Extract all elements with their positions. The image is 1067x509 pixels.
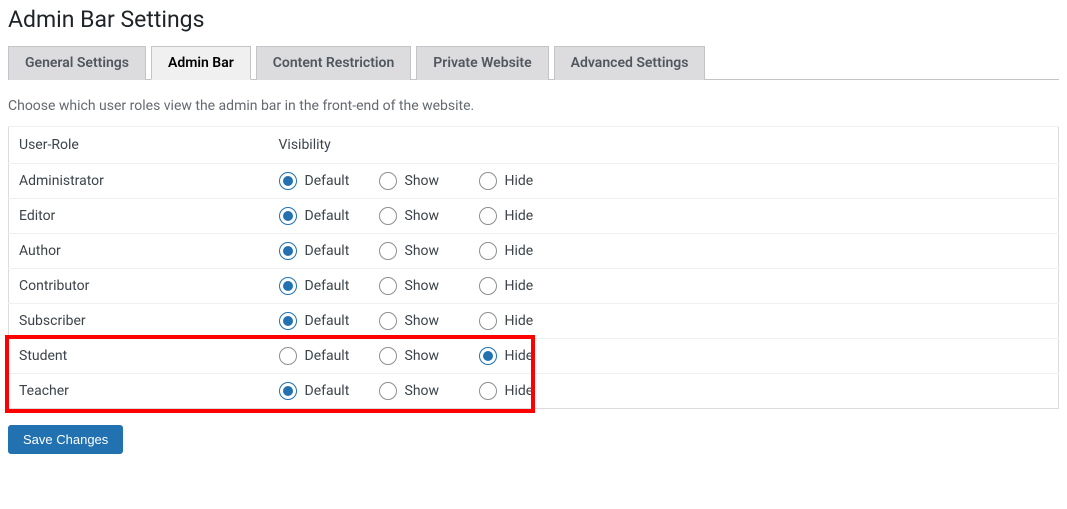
radio-default[interactable]: Default [279, 172, 379, 190]
radio-label-hide: Hide [505, 278, 534, 294]
table-row: Editor Default Show Hide [9, 199, 1059, 234]
table-row: Contributor Default Show Hide [9, 269, 1059, 304]
radio-input-hide[interactable] [479, 382, 497, 400]
radio-hide[interactable]: Hide [479, 172, 579, 190]
tab-content-restriction[interactable]: Content Restriction [256, 46, 412, 80]
radio-label-default: Default [305, 348, 350, 364]
radio-input-default[interactable] [279, 382, 297, 400]
radio-input-default[interactable] [279, 347, 297, 365]
radio-default[interactable]: Default [279, 347, 379, 365]
tab-general-settings[interactable]: General Settings [8, 46, 146, 80]
table-row: Student Default Show Hide [9, 339, 1059, 374]
radio-input-hide[interactable] [479, 207, 497, 225]
radio-label-default: Default [305, 243, 350, 259]
radio-label-hide: Hide [505, 383, 534, 399]
visibility-options: Default Show Hide [269, 199, 1059, 234]
radio-input-hide[interactable] [479, 277, 497, 295]
radio-label-default: Default [305, 383, 350, 399]
role-label: Student [9, 339, 269, 374]
radio-input-show[interactable] [379, 277, 397, 295]
nav-tabs: General SettingsAdmin BarContent Restric… [8, 45, 1059, 80]
role-label: Contributor [9, 269, 269, 304]
radio-input-default[interactable] [279, 277, 297, 295]
visibility-options: Default Show Hide [269, 304, 1059, 339]
radio-label-default: Default [305, 173, 350, 189]
table-row: Teacher Default Show Hide [9, 374, 1059, 409]
radio-input-show[interactable] [379, 172, 397, 190]
radio-label-show: Show [405, 278, 440, 294]
radio-default[interactable]: Default [279, 277, 379, 295]
radio-default[interactable]: Default [279, 312, 379, 330]
visibility-options: Default Show Hide [269, 339, 1059, 374]
radio-input-default[interactable] [279, 312, 297, 330]
radio-label-hide: Hide [505, 313, 534, 329]
radio-hide[interactable]: Hide [479, 312, 579, 330]
settings-table: User-Role Visibility AdministratorDefaul… [8, 126, 1059, 409]
radio-input-default[interactable] [279, 242, 297, 260]
radio-show[interactable]: Show [379, 172, 479, 190]
radio-show[interactable]: Show [379, 312, 479, 330]
radio-input-hide[interactable] [479, 242, 497, 260]
save-changes-button[interactable]: Save Changes [8, 425, 123, 454]
radio-label-show: Show [405, 173, 440, 189]
table-row: Subscriber Default Show Hide [9, 304, 1059, 339]
radio-show[interactable]: Show [379, 382, 479, 400]
header-user-role: User-Role [9, 127, 269, 164]
tab-private-website[interactable]: Private Website [416, 46, 548, 80]
radio-input-hide[interactable] [479, 312, 497, 330]
radio-input-hide[interactable] [479, 172, 497, 190]
radio-label-show: Show [405, 348, 440, 364]
radio-label-hide: Hide [505, 208, 534, 224]
visibility-options: Default Show Hide [269, 269, 1059, 304]
radio-input-show[interactable] [379, 242, 397, 260]
radio-default[interactable]: Default [279, 242, 379, 260]
radio-label-show: Show [405, 313, 440, 329]
visibility-options: Default Show Hide [269, 374, 1059, 409]
radio-input-show[interactable] [379, 312, 397, 330]
radio-input-show[interactable] [379, 207, 397, 225]
header-visibility: Visibility [269, 127, 1059, 164]
radio-hide[interactable]: Hide [479, 207, 579, 225]
radio-input-show[interactable] [379, 347, 397, 365]
radio-label-show: Show [405, 383, 440, 399]
radio-label-show: Show [405, 243, 440, 259]
description-text: Choose which user roles view the admin b… [8, 98, 1059, 114]
table-row: Administrator Default Show Hide [9, 164, 1059, 199]
radio-input-default[interactable] [279, 207, 297, 225]
radio-input-default[interactable] [279, 172, 297, 190]
radio-hide[interactable]: Hide [479, 242, 579, 260]
radio-input-hide[interactable] [479, 347, 497, 365]
radio-label-hide: Hide [505, 243, 534, 259]
radio-hide[interactable]: Hide [479, 347, 579, 365]
visibility-options: Default Show Hide [269, 234, 1059, 269]
radio-show[interactable]: Show [379, 207, 479, 225]
tab-advanced-settings[interactable]: Advanced Settings [554, 46, 706, 80]
tab-admin-bar[interactable]: Admin Bar [151, 46, 251, 80]
radio-label-hide: Hide [505, 173, 534, 189]
visibility-options: Default Show Hide [269, 164, 1059, 199]
table-row: Author Default Show Hide [9, 234, 1059, 269]
radio-show[interactable]: Show [379, 277, 479, 295]
table-wrap: User-Role Visibility AdministratorDefaul… [8, 126, 1059, 409]
radio-label-default: Default [305, 313, 350, 329]
radio-label-default: Default [305, 208, 350, 224]
radio-show[interactable]: Show [379, 347, 479, 365]
role-label: Subscriber [9, 304, 269, 339]
table-header-row: User-Role Visibility [9, 127, 1059, 164]
role-label: Editor [9, 199, 269, 234]
radio-label-show: Show [405, 208, 440, 224]
radio-hide[interactable]: Hide [479, 382, 579, 400]
radio-label-default: Default [305, 278, 350, 294]
role-label: Author [9, 234, 269, 269]
radio-default[interactable]: Default [279, 207, 379, 225]
page-title: Admin Bar Settings [8, 6, 1059, 33]
radio-label-hide: Hide [505, 348, 534, 364]
radio-hide[interactable]: Hide [479, 277, 579, 295]
radio-show[interactable]: Show [379, 242, 479, 260]
role-label: Administrator [9, 164, 269, 199]
radio-default[interactable]: Default [279, 382, 379, 400]
radio-input-show[interactable] [379, 382, 397, 400]
role-label: Teacher [9, 374, 269, 409]
